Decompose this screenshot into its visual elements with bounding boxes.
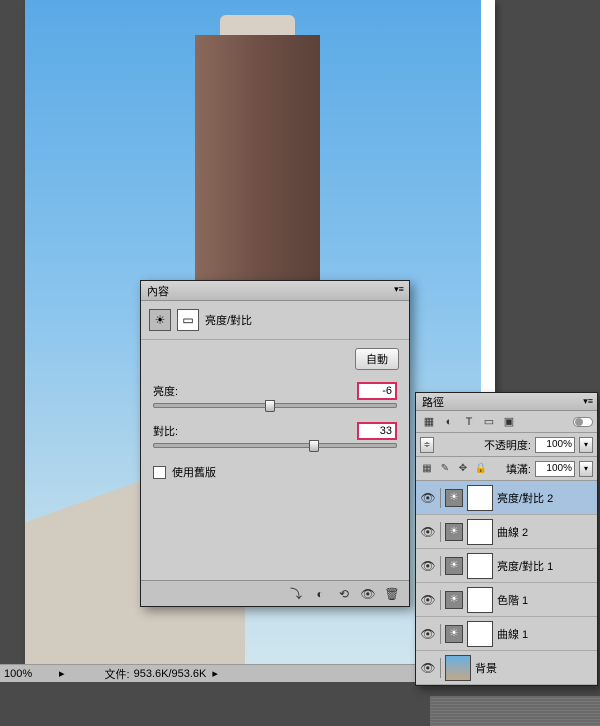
resize-grip[interactable] — [430, 696, 600, 726]
use-legacy-label: 使用舊版 — [172, 464, 216, 480]
paths-tab[interactable]: 路徑 — [422, 394, 444, 410]
contrast-value[interactable]: 33 — [357, 422, 397, 440]
adjustment-thumb-icon[interactable]: ☀ — [445, 591, 463, 609]
reset-icon[interactable]: ⟲ — [335, 586, 353, 602]
layer-filter-row: ▦ ◐ T ▭ ▣ — [416, 411, 597, 433]
layer-name: 曲線 2 — [497, 524, 528, 540]
panel-menu-icon[interactable]: ▾≡ — [583, 396, 593, 407]
divider — [440, 522, 441, 542]
divider — [440, 624, 441, 644]
visibility-icon[interactable]: 👁 — [420, 660, 436, 676]
layer-name: 亮度/對比 1 — [497, 558, 553, 574]
adjustment-name: 亮度/對比 — [205, 312, 252, 328]
adjustment-thumb-icon[interactable]: ☀ — [445, 625, 463, 643]
mask-thumb[interactable] — [467, 621, 493, 647]
file-label: 文件: — [105, 666, 130, 682]
slider-thumb[interactable] — [309, 440, 319, 452]
opacity-label: 不透明度: — [484, 437, 531, 453]
mask-thumb[interactable] — [467, 485, 493, 511]
layer-name: 色階 1 — [497, 592, 528, 608]
divider — [440, 590, 441, 610]
mask-thumb[interactable] — [467, 553, 493, 579]
lock-row: ▦ ✎ ✥ 🔒 填滿: 100% ▾ — [416, 457, 597, 481]
brightness-contrast-icon: ☀ — [149, 309, 171, 331]
view-previous-icon[interactable]: ◐ — [311, 586, 329, 602]
adjustment-thumb-icon[interactable]: ☀ — [445, 557, 463, 575]
panel-title: 內容 — [147, 283, 169, 299]
chevron-right-icon[interactable]: ▸ — [59, 667, 65, 680]
adjustment-thumb-icon[interactable]: ☀ — [445, 523, 463, 541]
opacity-row: ≑ 不透明度: 100% ▾ — [416, 433, 597, 457]
filter-smart-icon[interactable]: ▣ — [500, 414, 518, 430]
brightness-slider[interactable] — [153, 403, 397, 408]
divider — [440, 556, 441, 576]
brightness-value[interactable]: -6 — [357, 382, 397, 400]
lock-all-icon[interactable]: 🔒 — [474, 462, 488, 476]
trash-icon[interactable]: 🗑 — [383, 586, 401, 602]
mask-thumb[interactable] — [467, 587, 493, 613]
layer-list: 👁 ☀ 亮度/對比 2 👁 ☀ 曲線 2 👁 ☀ 亮度/對比 1 👁 ☀ 色階 1 👁 ☀ 曲線 1 👁 背景 — [416, 481, 597, 685]
layer-thumb[interactable] — [445, 655, 471, 681]
layer-row[interactable]: 👁 ☀ 色階 1 — [416, 583, 597, 617]
visibility-icon[interactable]: 👁 — [420, 558, 436, 574]
layers-tab-bar[interactable]: 路徑 ▾≡ — [416, 393, 597, 411]
visibility-icon[interactable]: 👁 — [359, 586, 377, 602]
mask-thumb[interactable] — [467, 519, 493, 545]
layer-row[interactable]: 👁 ☀ 曲線 2 — [416, 515, 597, 549]
panel-menu-icon[interactable]: ▾≡ — [393, 285, 405, 295]
contrast-slider[interactable] — [153, 443, 397, 448]
auto-button[interactable]: 自動 — [355, 348, 399, 370]
fill-value[interactable]: 100% — [535, 461, 575, 477]
lock-position-icon[interactable]: ✥ — [456, 462, 470, 476]
zoom-level[interactable]: 100% — [4, 668, 59, 680]
fill-dropdown-icon[interactable]: ▾ — [579, 461, 593, 477]
lock-transparency-icon[interactable]: ▦ — [420, 462, 434, 476]
clip-to-layer-icon[interactable]: ⤵ — [287, 586, 305, 602]
status-bar: 100% ▸ 文件: 953.6K/953.6K ▸ — [0, 664, 415, 682]
layer-name: 曲線 1 — [497, 626, 528, 642]
opacity-value[interactable]: 100% — [535, 437, 575, 453]
layer-name: 背景 — [475, 660, 497, 676]
divider — [440, 488, 441, 508]
panel-footer: ⤵ ◐ ⟲ 👁 🗑 — [141, 580, 409, 606]
use-legacy-checkbox[interactable] — [153, 466, 166, 479]
chevron-right-icon[interactable]: ▸ — [212, 667, 218, 680]
properties-panel: 內容 ▾≡ ☀ ▭ 亮度/對比 自動 亮度: -6 對比: 33 使用舊版 ⤵ … — [140, 280, 410, 607]
blend-mode-dropdown[interactable]: ≑ — [420, 437, 434, 453]
layers-panel: 路徑 ▾≡ ▦ ◐ T ▭ ▣ ≑ 不透明度: 100% ▾ ▦ ✎ ✥ 🔒 填… — [415, 392, 598, 686]
filter-toggle[interactable] — [573, 417, 593, 427]
layer-row[interactable]: 👁 ☀ 亮度/對比 1 — [416, 549, 597, 583]
filter-shape-icon[interactable]: ▭ — [480, 414, 498, 430]
slider-thumb[interactable] — [265, 400, 275, 412]
adjustment-thumb-icon[interactable]: ☀ — [445, 489, 463, 507]
filter-pixel-icon[interactable]: ▦ — [420, 414, 438, 430]
brightness-label: 亮度: — [153, 383, 178, 399]
fill-label: 填滿: — [506, 461, 531, 477]
contrast-label: 對比: — [153, 423, 178, 439]
layer-row[interactable]: 👁 ☀ 曲線 1 — [416, 617, 597, 651]
filter-adjust-icon[interactable]: ◐ — [440, 414, 458, 430]
layer-name: 亮度/對比 2 — [497, 490, 553, 506]
mask-icon[interactable]: ▭ — [177, 309, 199, 331]
filter-type-icon[interactable]: T — [460, 414, 478, 430]
visibility-icon[interactable]: 👁 — [420, 490, 436, 506]
lock-pixels-icon[interactable]: ✎ — [438, 462, 452, 476]
visibility-icon[interactable]: 👁 — [420, 626, 436, 642]
layer-row[interactable]: 👁 ☀ 亮度/對比 2 — [416, 481, 597, 515]
panel-header[interactable]: 內容 ▾≡ — [141, 281, 409, 301]
opacity-dropdown-icon[interactable]: ▾ — [579, 437, 593, 453]
file-size: 953.6K/953.6K — [134, 668, 207, 680]
visibility-icon[interactable]: 👁 — [420, 524, 436, 540]
layer-row[interactable]: 👁 背景 — [416, 651, 597, 685]
visibility-icon[interactable]: 👁 — [420, 592, 436, 608]
divider — [440, 658, 441, 678]
